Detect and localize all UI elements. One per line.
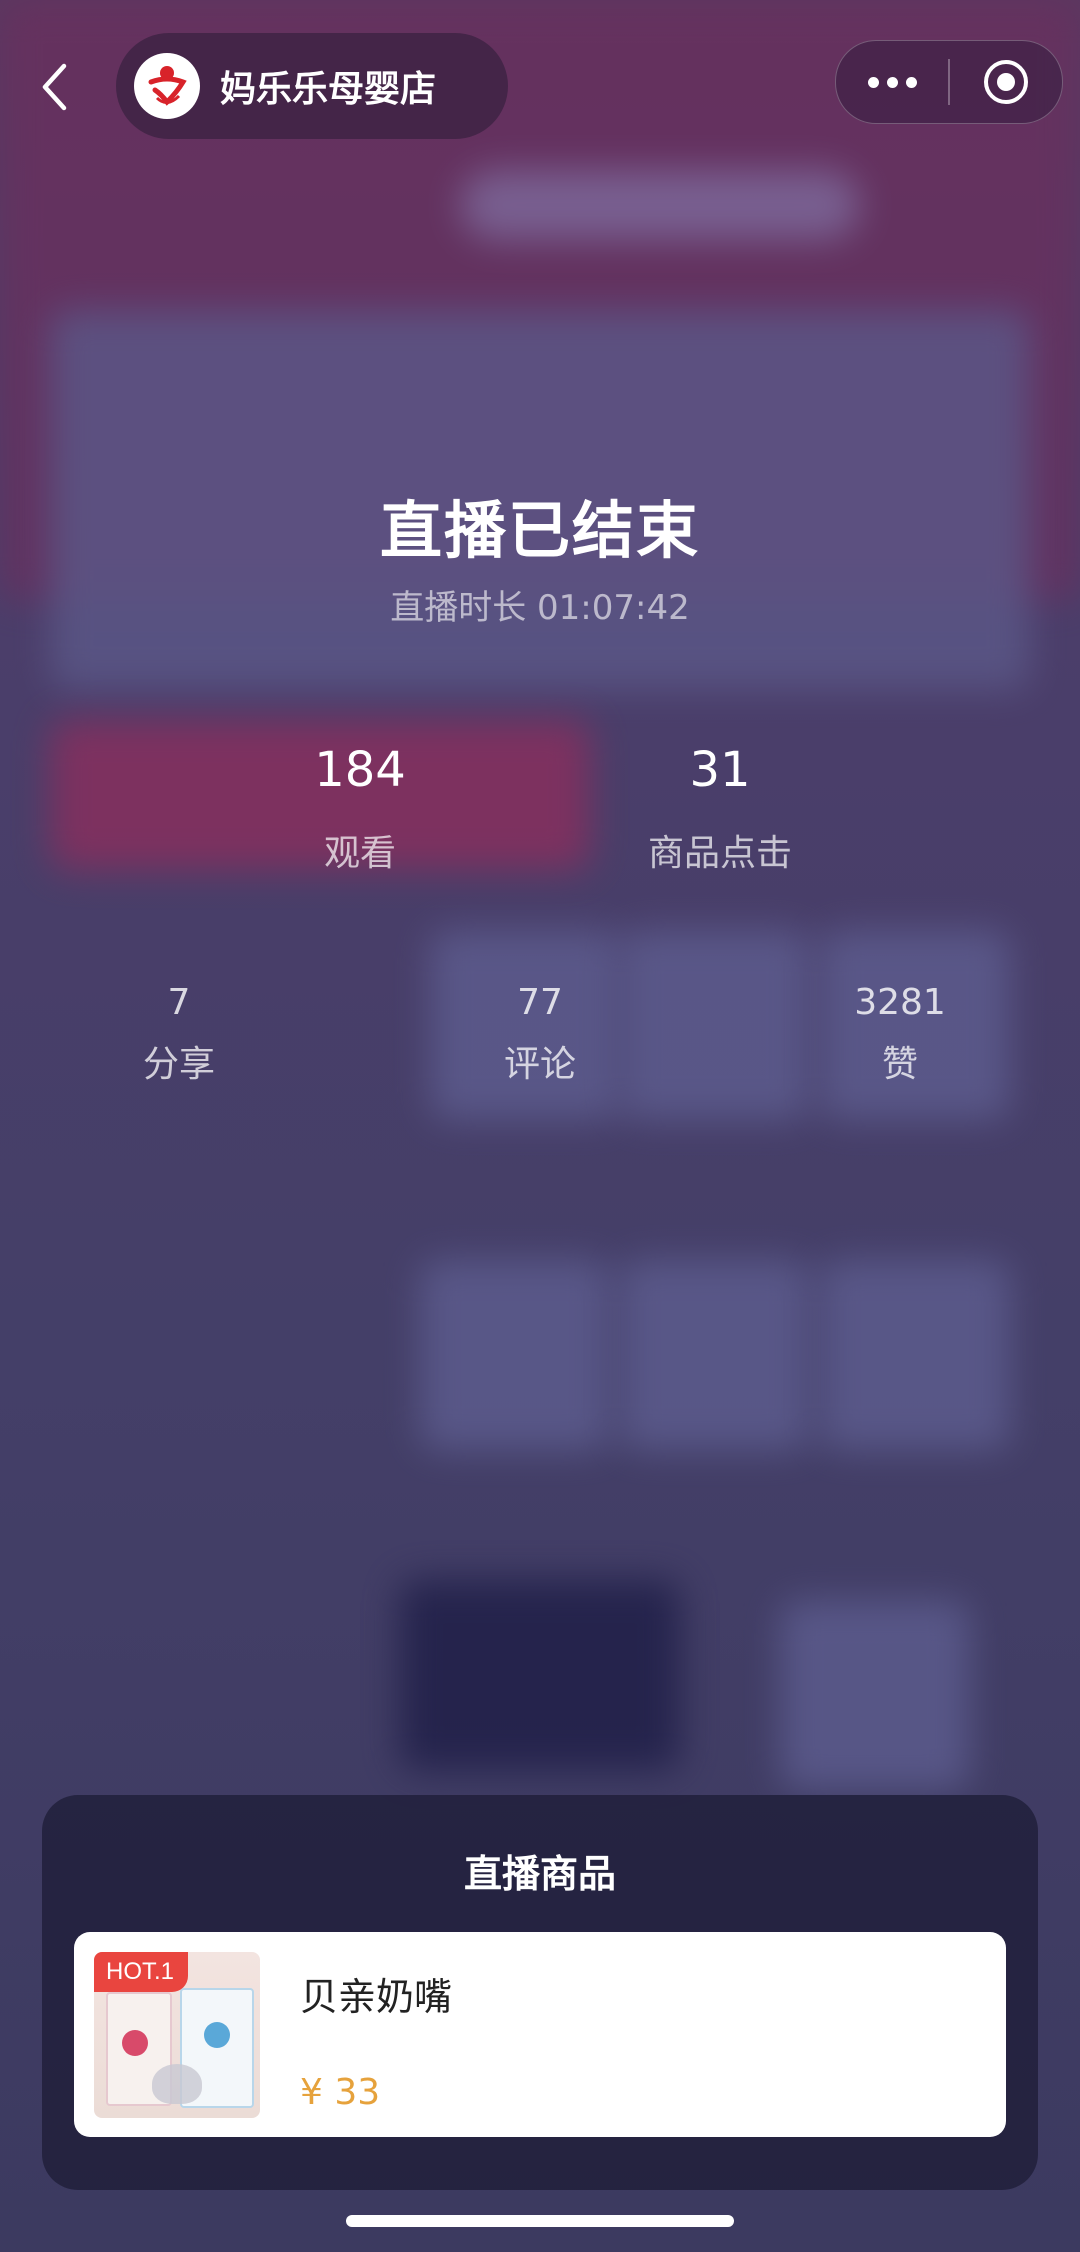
product-card[interactable]: HOT.1 贝亲奶嘴 ¥ 33: [74, 1932, 1006, 2137]
stat-product-clicks: 31 商品点击: [570, 742, 870, 876]
stat-shares: 7 分享: [59, 982, 299, 1087]
stat-label: 分享: [142, 1044, 215, 1085]
stat-comments: 77 评论: [420, 982, 660, 1087]
live-ended-title: 直播已结束: [379, 494, 700, 567]
stat-value: 184: [314, 742, 406, 798]
close-target-icon: [983, 60, 1028, 104]
product-price: ¥ 33: [300, 2072, 381, 2113]
live-duration: 直播时长 01:07:42: [390, 588, 690, 628]
hot-rank-badge: HOT.1: [94, 1952, 189, 1992]
stat-label: 商品点击: [647, 833, 792, 874]
mini-program-capsule: [835, 40, 1063, 124]
store-name: 妈乐乐母婴店: [220, 69, 437, 110]
store-header[interactable]: 妈乐乐母婴店: [116, 33, 508, 139]
stat-likes: 3281 赞: [780, 982, 1020, 1087]
stat-views: 184 观看: [210, 742, 510, 876]
stat-label: 评论: [503, 1044, 576, 1085]
back-button[interactable]: [30, 52, 80, 122]
live-products-sheet: 直播商品 HOT.1 贝亲奶嘴 ¥ 33: [42, 1795, 1038, 2190]
more-button[interactable]: [836, 76, 948, 88]
product-thumbnail: HOT.1: [94, 1952, 260, 2118]
stat-value: 7: [167, 982, 191, 1023]
product-name: 贝亲奶嘴: [300, 1975, 453, 2019]
stat-label: 观看: [323, 833, 396, 874]
more-icon: [867, 76, 879, 88]
stat-value: 3281: [854, 982, 946, 1023]
stat-value: 77: [517, 982, 563, 1023]
store-logo: [134, 53, 200, 119]
sheet-title: 直播商品: [463, 1852, 616, 1896]
home-indicator[interactable]: [346, 2215, 734, 2227]
stat-value: 31: [689, 742, 751, 798]
stat-label: 赞: [881, 1044, 918, 1085]
close-button[interactable]: [950, 57, 1063, 107]
back-icon: [42, 63, 67, 111]
